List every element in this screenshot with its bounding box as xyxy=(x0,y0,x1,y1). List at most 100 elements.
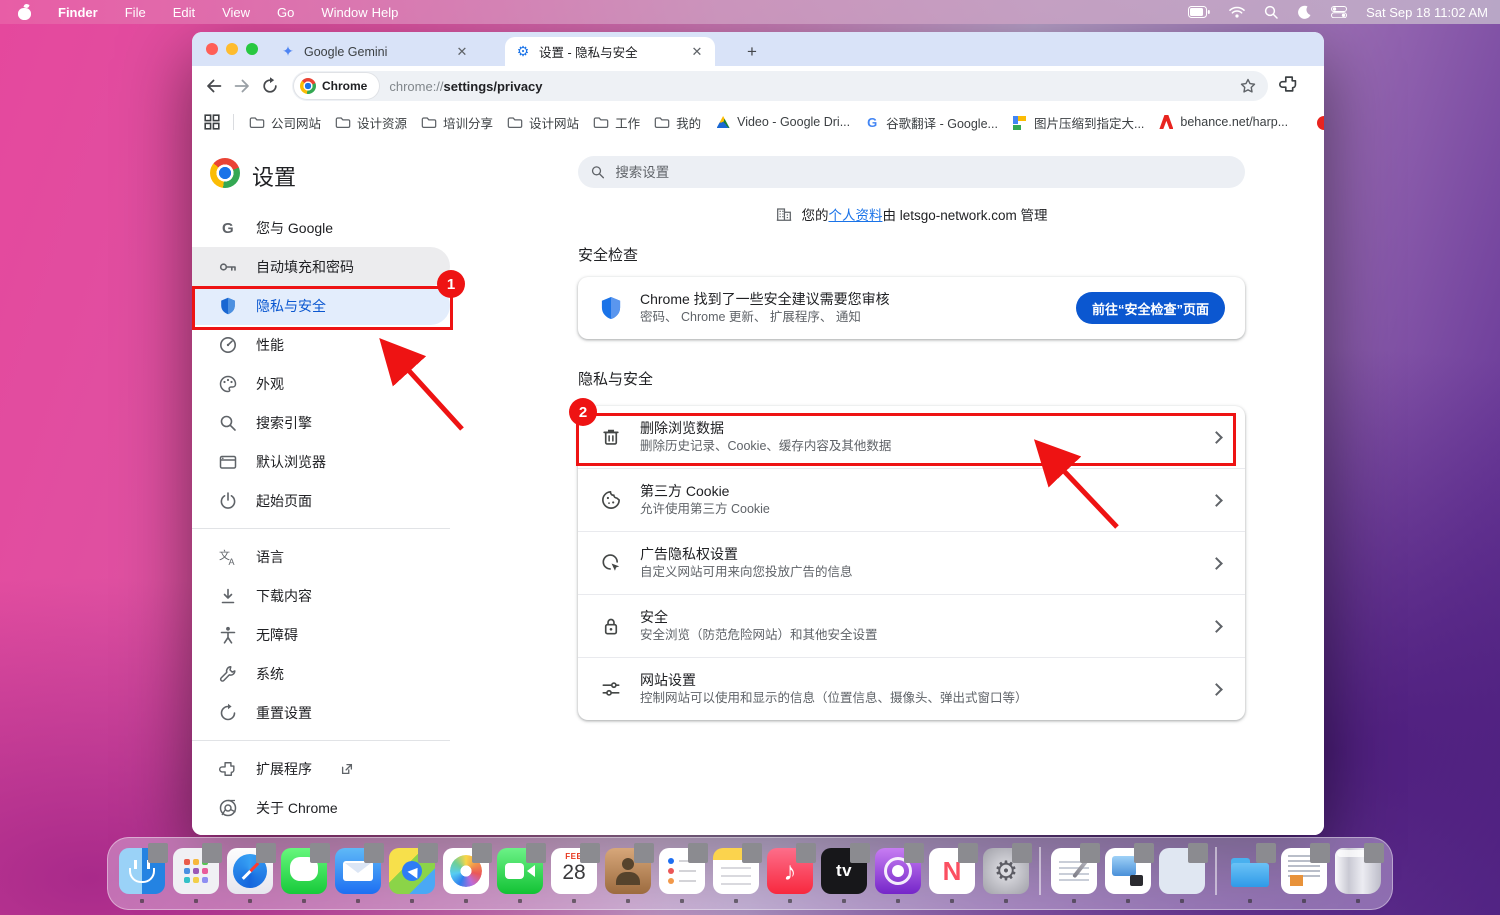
dock-contacts-icon[interactable] xyxy=(605,848,651,894)
dock-maps-icon[interactable] xyxy=(389,848,435,894)
bookmark-label: 公司网站 xyxy=(271,113,321,132)
dock-launchpad-icon[interactable] xyxy=(173,848,219,894)
dock-news-icon[interactable]: N xyxy=(929,848,975,894)
menu-finder[interactable]: Finder xyxy=(58,5,98,20)
dock-calendar-icon[interactable]: FEB28 xyxy=(551,848,597,894)
bookmark-folder[interactable]: 我的 xyxy=(647,113,708,132)
dock-tv-icon[interactable]: tv xyxy=(821,848,867,894)
dock-notes-icon[interactable] xyxy=(713,848,759,894)
window-zoom-button[interactable] xyxy=(246,43,258,55)
reload-icon[interactable] xyxy=(256,72,284,100)
tab-close-icon[interactable]: ✕ xyxy=(454,44,470,60)
tab-settings-privacy[interactable]: ⚙ 设置 - 隐私与安全 ✕ xyxy=(505,37,715,66)
google-drive-icon xyxy=(715,114,731,130)
dock-system-preferences-icon[interactable]: ⚙ xyxy=(983,848,1029,894)
bookmark-behance[interactable]: behance.net/harp... xyxy=(1151,114,1295,130)
chevron-right-icon xyxy=(1210,494,1223,507)
bookmark-label: Video - Google Dri... xyxy=(737,115,850,129)
sidebar-item-you-and-google[interactable]: G您与 Google xyxy=(192,208,450,247)
sidebar-item-on-startup[interactable]: 起始页面 xyxy=(192,481,450,520)
control-center-icon[interactable] xyxy=(1331,6,1347,18)
dock-separator xyxy=(1215,847,1217,895)
menu-view[interactable]: View xyxy=(222,5,250,20)
row-title: 网站设置 xyxy=(640,671,1194,690)
settings-search-input[interactable] xyxy=(613,164,1233,181)
dock-trash-icon[interactable] xyxy=(1335,848,1381,894)
menu-window[interactable]: Window xyxy=(321,5,367,20)
dock-safari-icon[interactable] xyxy=(227,848,273,894)
window-close-button[interactable] xyxy=(206,43,218,55)
sidebar-item-reset[interactable]: 重置设置 xyxy=(192,693,450,732)
svg-text:A: A xyxy=(229,557,235,567)
dock-photos-icon[interactable] xyxy=(443,848,489,894)
back-icon[interactable] xyxy=(200,72,228,100)
bookmark-drive[interactable]: Video - Google Dri... xyxy=(708,114,857,130)
row-subtitle: 安全浏览（防范危险网站）和其他安全设置 xyxy=(640,627,1194,644)
sidebar-item-about-chrome[interactable]: 关于 Chrome xyxy=(192,788,450,827)
dock-podcasts-icon[interactable] xyxy=(875,848,921,894)
menu-edit[interactable]: Edit xyxy=(173,5,195,20)
bookmark-label: 设计网站 xyxy=(529,113,579,132)
menu-go[interactable]: Go xyxy=(277,5,294,20)
menu-clock[interactable]: Sat Sep 18 11:02 AM xyxy=(1366,5,1488,20)
sidebar-item-default-browser[interactable]: 默认浏览器 xyxy=(192,442,450,481)
bookmark-folder[interactable]: 设计资源 xyxy=(328,113,414,132)
bookmark-folder[interactable]: 工作 xyxy=(586,113,647,132)
bookmark-folder[interactable]: 公司网站 xyxy=(242,113,328,132)
sidebar-item-downloads[interactable]: 下载内容 xyxy=(192,576,450,615)
forward-icon[interactable] xyxy=(228,72,256,100)
tab-close-icon[interactable]: ✕ xyxy=(689,44,705,60)
dock-document-icon[interactable] xyxy=(1281,848,1327,894)
site-chip[interactable]: Chrome xyxy=(294,73,379,99)
sidebar-item-accessibility[interactable]: 无障碍 xyxy=(192,615,450,654)
dock-downloads-folder-icon[interactable] xyxy=(1227,848,1273,894)
settings-search[interactable] xyxy=(578,156,1245,188)
row-security[interactable]: 安全 安全浏览（防范危险网站）和其他安全设置 xyxy=(578,594,1245,657)
dock-mail-icon[interactable] xyxy=(335,848,381,894)
sidebar-item-extensions[interactable]: 扩展程序 xyxy=(192,749,450,788)
sidebar-item-autofill[interactable]: 自动填充和密码 xyxy=(192,247,450,286)
bookmark-folder[interactable]: 设计网站 xyxy=(500,113,586,132)
row-site-settings[interactable]: 网站设置 控制网站可以使用和显示的信息（位置信息、摄像头、弹出式窗口等） xyxy=(578,657,1245,720)
apps-grid-icon[interactable] xyxy=(192,114,227,130)
extensions-puzzle-icon[interactable] xyxy=(1278,73,1300,100)
gemini-icon: ✦ xyxy=(280,44,296,60)
sidebar-item-performance[interactable]: 性能 xyxy=(192,325,450,364)
dock-textedit-icon[interactable] xyxy=(1051,848,1097,894)
menu-file[interactable]: File xyxy=(125,5,146,20)
dock-app-icon[interactable] xyxy=(1159,848,1205,894)
managed-profile-link[interactable]: 个人资料 xyxy=(828,208,882,223)
sidebar-item-search-engine[interactable]: 搜索引擎 xyxy=(192,403,450,442)
sidebar-item-appearance[interactable]: 外观 xyxy=(192,364,450,403)
sidebar-item-languages[interactable]: 文A语言 xyxy=(192,537,450,576)
download-icon xyxy=(218,586,238,606)
dock-reminders-icon[interactable] xyxy=(659,848,705,894)
apple-menu-icon[interactable] xyxy=(18,5,31,20)
dock-preview-icon[interactable] xyxy=(1105,848,1151,894)
sidebar-item-system[interactable]: 系统 xyxy=(192,654,450,693)
tab-google-gemini[interactable]: ✦ Google Gemini ✕ xyxy=(270,37,480,66)
dock-messages-icon[interactable] xyxy=(281,848,327,894)
bookmark-translate[interactable]: G谷歌翻译 - Google... xyxy=(857,113,1005,132)
row-third-party-cookies[interactable]: 第三方 Cookie 允许使用第三方 Cookie xyxy=(578,468,1245,531)
new-tab-button[interactable]: + xyxy=(740,40,764,64)
bookmark-folder[interactable]: 培训分享 xyxy=(414,113,500,132)
bookmark-label: 图片压缩到指定大... xyxy=(1034,113,1144,132)
bookmark-star-icon[interactable] xyxy=(1238,76,1258,101)
bookmark-compress[interactable]: 图片压缩到指定大... xyxy=(1005,113,1151,132)
url-bar[interactable]: Chrome chrome://settings/privacy xyxy=(292,71,1268,101)
row-ad-privacy[interactable]: 广告隐私权设置 自定义网站可用来向您投放广告的信息 xyxy=(578,531,1245,594)
go-to-safety-check-button[interactable]: 前往“安全检查”页面 xyxy=(1076,292,1225,324)
window-minimize-button[interactable] xyxy=(226,43,238,55)
wifi-icon[interactable] xyxy=(1229,6,1245,18)
moon-icon[interactable] xyxy=(1297,5,1312,20)
browser-icon xyxy=(218,452,238,472)
dock-finder-icon[interactable] xyxy=(119,848,165,894)
battery-icon[interactable] xyxy=(1188,6,1210,18)
spotlight-icon[interactable] xyxy=(1264,5,1278,19)
url-text[interactable]: chrome://settings/privacy xyxy=(389,79,542,94)
menu-help[interactable]: Help xyxy=(372,5,399,20)
dock-facetime-icon[interactable] xyxy=(497,848,543,894)
row-title: 广告隐私权设置 xyxy=(640,545,1194,564)
dock-music-icon[interactable]: ♪ xyxy=(767,848,813,894)
